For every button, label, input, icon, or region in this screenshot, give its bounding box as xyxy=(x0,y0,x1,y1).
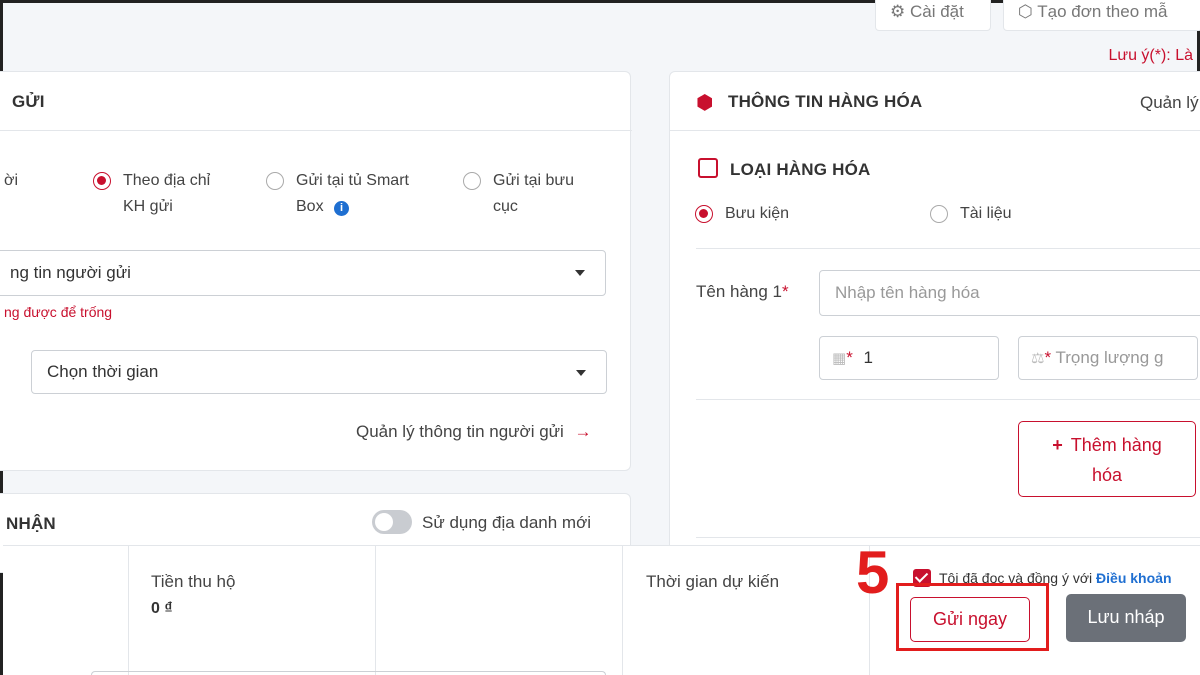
parcel-label: Bưu kiện xyxy=(725,205,790,222)
radio-parcel[interactable] xyxy=(695,205,713,223)
required-note: Lưu ý(*): Là xyxy=(1108,47,1193,64)
settings-label: Cài đặt xyxy=(909,2,964,21)
sender-card: GỬI ời Theo địa chỉ KH gửi Gửi tại tủ Sm… xyxy=(0,71,632,471)
divider xyxy=(696,248,1200,249)
radio-address-option[interactable] xyxy=(93,172,111,190)
pickup-label: ời xyxy=(4,172,19,189)
plus-icon: + xyxy=(1052,435,1063,455)
chevron-down-icon xyxy=(575,270,585,276)
save-draft-button[interactable]: Lưu nháp xyxy=(1066,594,1186,642)
option-postoffice-label: Gửi tại bưu cục xyxy=(493,172,575,215)
goods-manage-link[interactable]: Quản lý xyxy=(1140,93,1199,113)
box-open-icon xyxy=(698,158,718,178)
gear-icon: ⚙ xyxy=(890,2,906,21)
time-select[interactable]: Chọn thời gian xyxy=(31,350,607,394)
add-goods-button[interactable]: + Thêm hàng hóa xyxy=(1018,421,1196,497)
step-number-annotation: 5 xyxy=(856,539,890,606)
option-smartbox-label: Gửi tại tủ Smart Box i xyxy=(296,172,409,216)
divider xyxy=(696,399,1200,400)
divider xyxy=(696,537,1200,538)
quantity-input[interactable]: ▦* 1 xyxy=(819,336,999,380)
create-template-label: Tạo đơn theo mẫ xyxy=(1037,2,1168,21)
weight-input[interactable]: ⚖* Trọng lượng g xyxy=(1018,336,1198,380)
receiver-title: NHẬN xyxy=(6,514,56,533)
create-template-button[interactable]: ⬡ Tạo đơn theo mẫ xyxy=(1003,0,1200,31)
divider xyxy=(622,546,623,675)
divider xyxy=(128,546,129,675)
sender-title: GỬI xyxy=(12,92,45,111)
sender-error: ng được để trống xyxy=(4,304,113,320)
eta-label: Thời gian dự kiến xyxy=(646,572,780,591)
new-address-toggle[interactable] xyxy=(372,510,412,534)
package-small-icon: ▦ xyxy=(832,350,847,367)
sender-info-select[interactable]: ng tin người gửi xyxy=(0,250,606,296)
document-label: Tài liệu xyxy=(960,205,1012,222)
chevron-down-icon xyxy=(576,370,586,376)
settings-button[interactable]: ⚙ Cài đặt xyxy=(875,0,991,31)
divider xyxy=(0,130,632,131)
option-address-label: Theo địa chỉ KH gửi xyxy=(123,172,211,215)
info-icon[interactable]: i xyxy=(334,201,350,216)
goods-type-title: LOẠI HÀNG HÓA xyxy=(730,160,871,179)
package-icon: ⬢ xyxy=(696,92,714,114)
divider xyxy=(670,130,1200,131)
highlight-box xyxy=(896,583,1049,651)
cod-label: Tiền thu hộ xyxy=(151,572,236,591)
new-address-label: Sử dụng địa danh mới xyxy=(422,513,592,532)
box-icon: ⬡ xyxy=(1018,2,1033,21)
goods-name-input[interactable]: Nhập tên hàng hóa xyxy=(819,270,1200,316)
goods-title: THÔNG TIN HÀNG HÓA xyxy=(728,92,923,111)
manage-sender-link[interactable]: Quản lý thông tin người gửi → xyxy=(356,422,592,442)
goods-name-label: Tên hàng 1* xyxy=(696,282,789,301)
divider xyxy=(375,546,376,675)
terms-link[interactable]: Điều khoản xyxy=(1096,570,1171,586)
goods-card: ⬢ THÔNG TIN HÀNG HÓA Quản lý LOẠI HÀNG H… xyxy=(669,71,1200,561)
scale-icon: ⚖ xyxy=(1031,350,1045,367)
arrow-right-icon: → xyxy=(574,422,592,441)
radio-postoffice-option[interactable] xyxy=(463,172,481,190)
receiver-input-edge xyxy=(91,671,606,675)
radio-smartbox-option[interactable] xyxy=(266,172,284,190)
cod-value: 0 ₫ xyxy=(151,600,173,617)
radio-document[interactable] xyxy=(930,205,948,223)
